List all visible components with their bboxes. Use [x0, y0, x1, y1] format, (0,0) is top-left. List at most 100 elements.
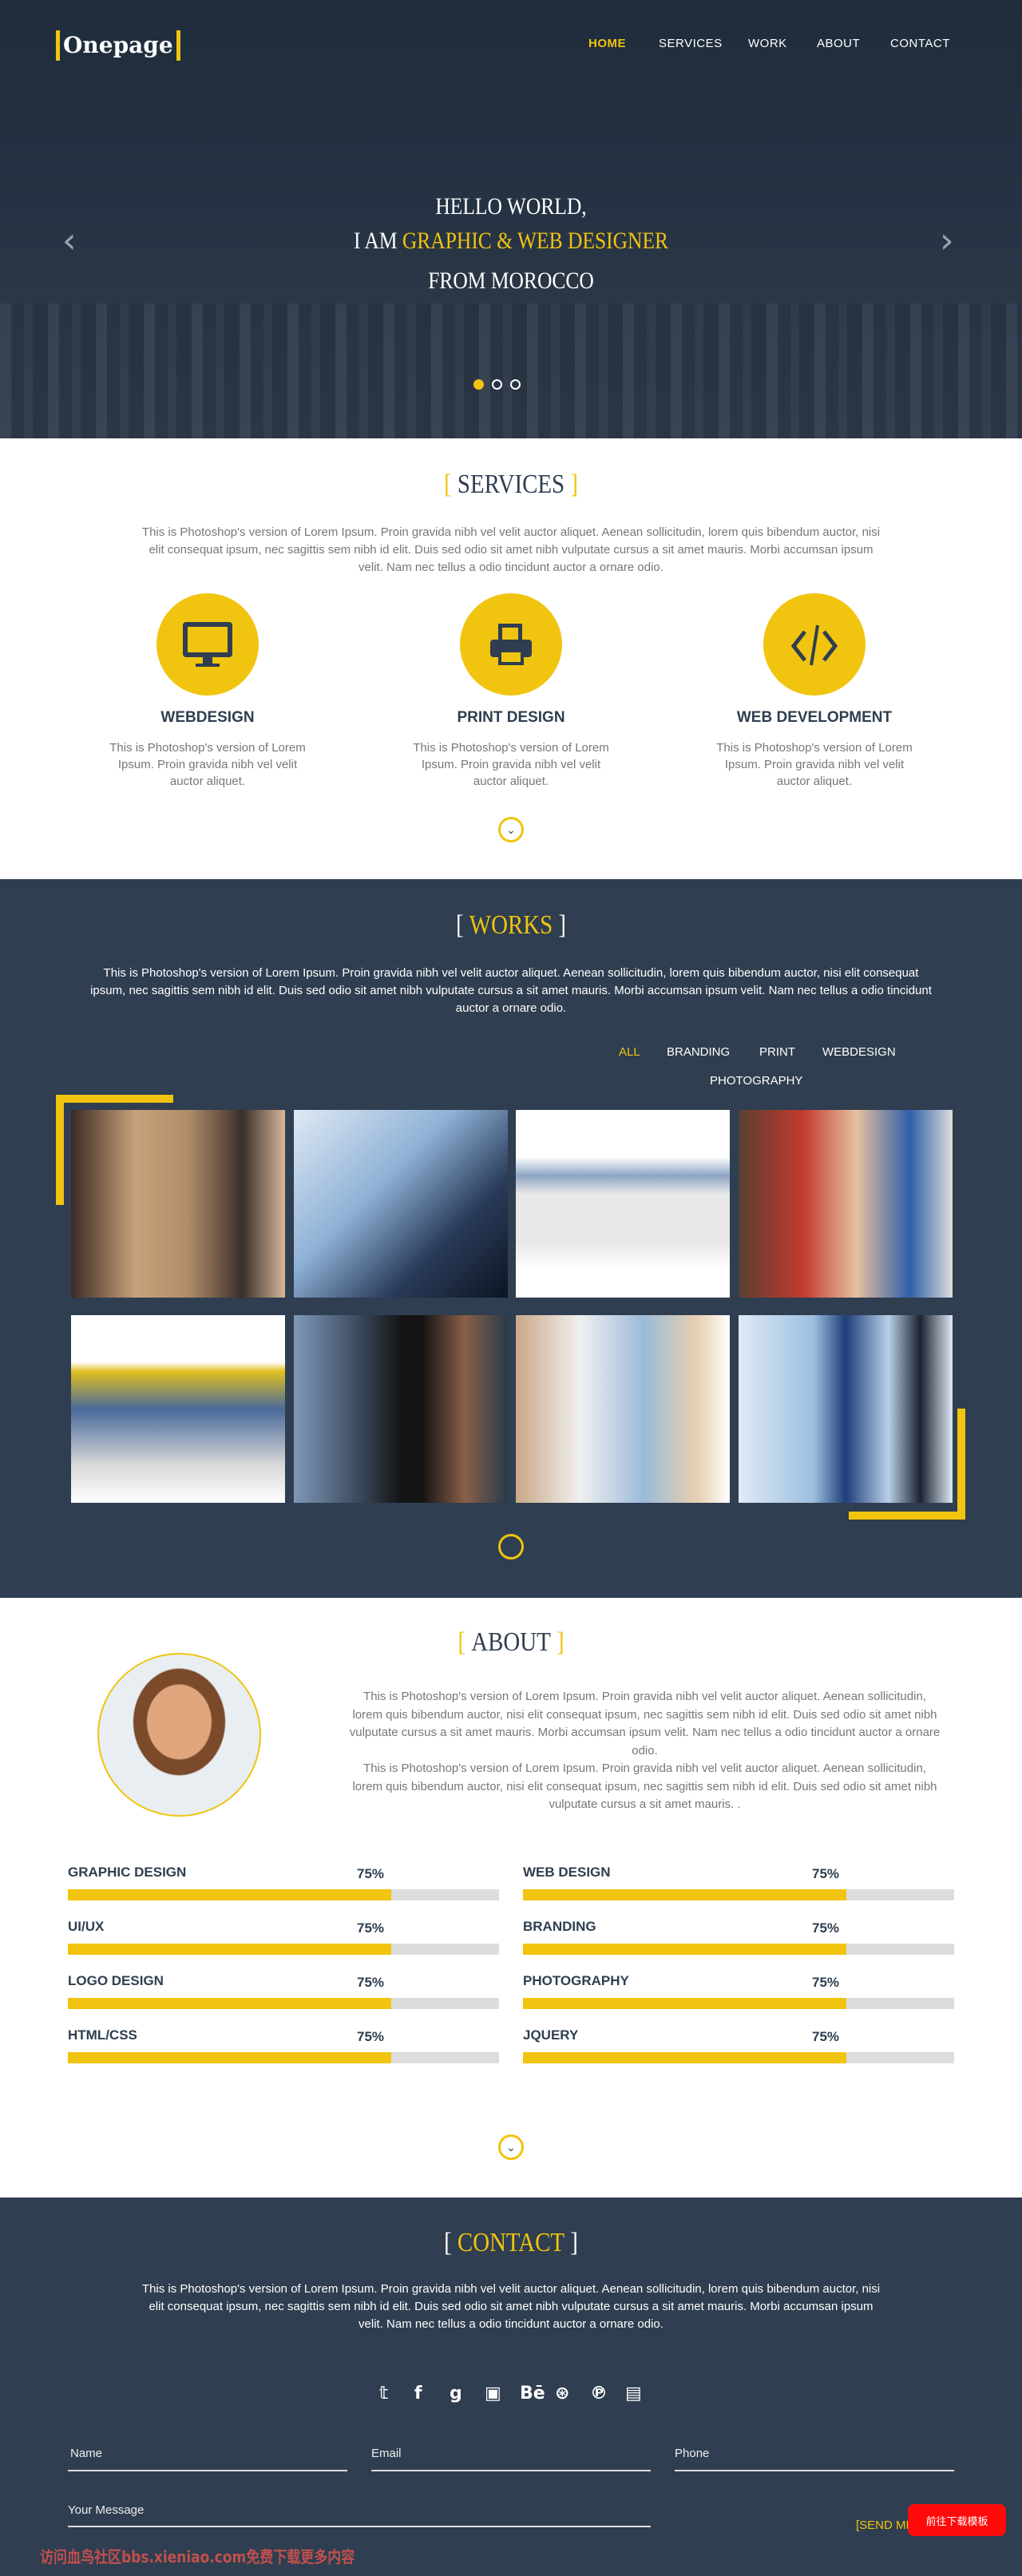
- skill-percent: 75%: [812, 1866, 840, 1881]
- pinterest-icon[interactable]: ℗: [590, 2384, 608, 2404]
- behance-icon[interactable]: Bē: [520, 2384, 545, 2404]
- service-text: This is Photoshop's version of Lorem Ips…: [413, 741, 609, 788]
- skill-bar-track: [523, 1998, 954, 2009]
- skill-bar-fill: [68, 2052, 391, 2063]
- name-field[interactable]: Name: [70, 2447, 102, 2460]
- skill-label: WEB DESIGN: [523, 1865, 611, 1880]
- logo[interactable]: Onepage: [56, 30, 180, 61]
- skill-percent: 75%: [357, 2029, 385, 2044]
- chevron-down-icon[interactable]: ⌄: [498, 2134, 524, 2160]
- portfolio-image-meeting[interactable]: [516, 1315, 730, 1503]
- nav-services[interactable]: SERVICES: [659, 37, 723, 50]
- contact-title: [ CONTACT ]: [77, 2228, 945, 2258]
- skill-label: PHOTOGRAPHY: [523, 1973, 629, 1988]
- hero-line-2: I AM GRAPHIC & WEB DESIGNER: [77, 228, 945, 255]
- about-title-text: ABOUT: [471, 1627, 551, 1657]
- skill-bar-track: [523, 2052, 954, 2063]
- skill-bar-fill: [68, 1998, 391, 2009]
- message-field-underline: [68, 2526, 651, 2527]
- portfolio-image-executive[interactable]: [739, 1315, 953, 1503]
- nav-home[interactable]: HOME: [588, 37, 626, 50]
- hero-line-3: FROM MOROCCO: [428, 268, 594, 294]
- portfolio-image-businesswoman[interactable]: [294, 1315, 508, 1503]
- slider-dot-3[interactable]: [510, 379, 521, 390]
- deviantart-icon[interactable]: ▤: [625, 2384, 642, 2404]
- skill-label: JQUERY: [523, 2027, 579, 2043]
- bracket: ]: [570, 470, 578, 499]
- google-plus-icon[interactable]: g: [450, 2384, 462, 2404]
- city-background-image: [0, 303, 1022, 438]
- slider-dot-1[interactable]: [473, 379, 484, 390]
- message-field[interactable]: Your Message: [68, 2503, 144, 2517]
- skill-bar-track: [523, 1944, 954, 1955]
- skill-percent: 75%: [357, 1866, 385, 1881]
- filter-webdesign[interactable]: WEBDESIGN: [822, 1045, 896, 1059]
- nav-contact[interactable]: CONTACT: [890, 37, 950, 50]
- corner-decoration: [957, 1409, 965, 1520]
- phone-field-underline: [675, 2470, 954, 2471]
- facebook-icon[interactable]: f: [414, 2384, 422, 2404]
- services-title: [ SERVICES ]: [77, 470, 945, 500]
- hero-line-2-prefix: I AM: [353, 228, 402, 254]
- works-title: [ WORKS ]: [77, 910, 945, 941]
- services-intro: This is Photoshop's version of Lorem Ips…: [141, 525, 881, 574]
- youtube-icon[interactable]: ▣: [485, 2384, 501, 2404]
- dribbble-icon[interactable]: ⊛: [555, 2384, 569, 2404]
- skill-label: BRANDING: [523, 1919, 596, 1934]
- skill-percent: 75%: [812, 1920, 840, 1936]
- portfolio-image-students[interactable]: [739, 1110, 953, 1298]
- printer-icon: [460, 593, 562, 696]
- portfolio-image-workers[interactable]: [71, 1315, 285, 1503]
- about-title: [ ABOUT ]: [77, 1627, 945, 1658]
- service-text: This is Photoshop's version of Lorem Ips…: [109, 741, 306, 788]
- corner-decoration: [849, 1512, 965, 1520]
- service-title: PRINT DESIGN: [457, 709, 565, 726]
- portfolio-image-team[interactable]: [71, 1110, 285, 1298]
- profile-photo: [97, 1653, 261, 1817]
- email-field[interactable]: Email: [371, 2447, 402, 2460]
- email-field-underline: [371, 2470, 651, 2471]
- twitter-icon[interactable]: 𝕥: [379, 2384, 388, 2404]
- bracket: [: [458, 1627, 465, 1657]
- skill-label: GRAPHIC DESIGN: [68, 1865, 187, 1880]
- bracket: [: [444, 470, 452, 499]
- skill-bar-fill: [523, 1889, 846, 1900]
- skill-percent: 75%: [812, 1975, 840, 1990]
- phone-field[interactable]: Phone: [675, 2447, 709, 2460]
- hero-line-1: HELLO WORLD,: [435, 193, 587, 220]
- skill-bar-fill: [523, 1944, 846, 1955]
- watermark-text: 访问血鸟社区bbs.xieniao.com免费下载更多内容: [40, 2547, 355, 2566]
- skill-bar-fill: [523, 2052, 846, 2063]
- works-intro: This is Photoshop's version of Lorem Ips…: [90, 966, 932, 1015]
- bracket: [: [444, 2228, 452, 2257]
- chevron-left-icon[interactable]: ‹: [62, 220, 77, 261]
- filter-photography[interactable]: PHOTOGRAPHY: [710, 1074, 802, 1088]
- contact-intro: This is Photoshop's version of Lorem Ips…: [141, 2282, 881, 2331]
- skill-bar-track: [68, 2052, 499, 2063]
- nav-work[interactable]: WORK: [748, 37, 787, 50]
- corner-decoration: [56, 1095, 64, 1205]
- bracket: [: [455, 910, 464, 940]
- skill-bar-fill: [523, 1998, 846, 2009]
- chevron-down-icon[interactable]: ⌄: [498, 1534, 524, 1559]
- filter-print[interactable]: PRINT: [759, 1045, 795, 1059]
- chevron-down-icon[interactable]: ⌄: [498, 817, 524, 842]
- chevron-right-icon[interactable]: ›: [940, 220, 954, 261]
- services-title-text: SERVICES: [457, 470, 565, 499]
- download-template-button[interactable]: 前往下载模板: [908, 2504, 1006, 2536]
- filter-branding[interactable]: BRANDING: [667, 1045, 730, 1059]
- filter-all[interactable]: ALL: [619, 1045, 640, 1059]
- skill-bar-track: [68, 1944, 499, 1955]
- corner-decoration: [56, 1095, 173, 1103]
- bracket: ]: [558, 910, 567, 940]
- portfolio-image-tablet[interactable]: [294, 1110, 508, 1298]
- slider-dot-2[interactable]: [492, 379, 502, 390]
- skill-bar-fill: [68, 1889, 391, 1900]
- contact-title-text: CONTACT: [457, 2228, 565, 2257]
- skill-bar-track: [68, 1889, 499, 1900]
- code-icon: [763, 593, 866, 696]
- nav-about[interactable]: ABOUT: [817, 37, 860, 50]
- bracket: ]: [570, 2228, 578, 2257]
- skill-label: HTML/CSS: [68, 2027, 137, 2043]
- portfolio-image-sign[interactable]: [516, 1110, 730, 1298]
